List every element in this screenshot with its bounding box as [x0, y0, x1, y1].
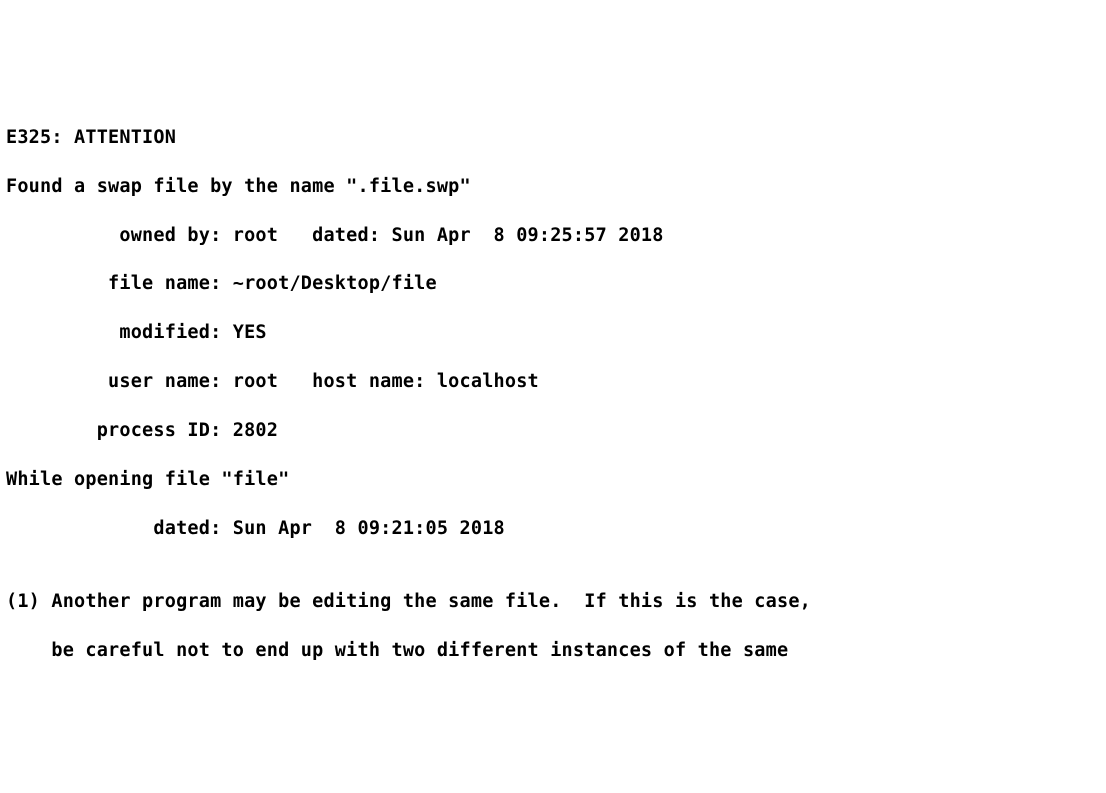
process-id-line: process ID: 2802: [6, 419, 1100, 443]
owned-by-line: owned by: root dated: Sun Apr 8 09:25:57…: [6, 224, 1100, 248]
advice-1-line-1: (1) Another program may be editing the s…: [6, 590, 1100, 614]
while-opening-line: While opening file "file": [6, 468, 1100, 492]
swap-found-line: Found a swap file by the name ".file.swp…: [6, 175, 1100, 199]
user-host-line: user name: root host name: localhost: [6, 370, 1100, 394]
warning-header: E325: ATTENTION: [6, 126, 1100, 150]
advice-1-line-2: be careful not to end up with two differ…: [6, 639, 1100, 663]
vim-swap-warning-terminal: E325: ATTENTION Found a swap file by the…: [6, 102, 1100, 667]
modified-line: modified: YES: [6, 321, 1100, 345]
file-name-line: file name: ~root/Desktop/file: [6, 272, 1100, 296]
file-dated-line: dated: Sun Apr 8 09:21:05 2018: [6, 517, 1100, 541]
